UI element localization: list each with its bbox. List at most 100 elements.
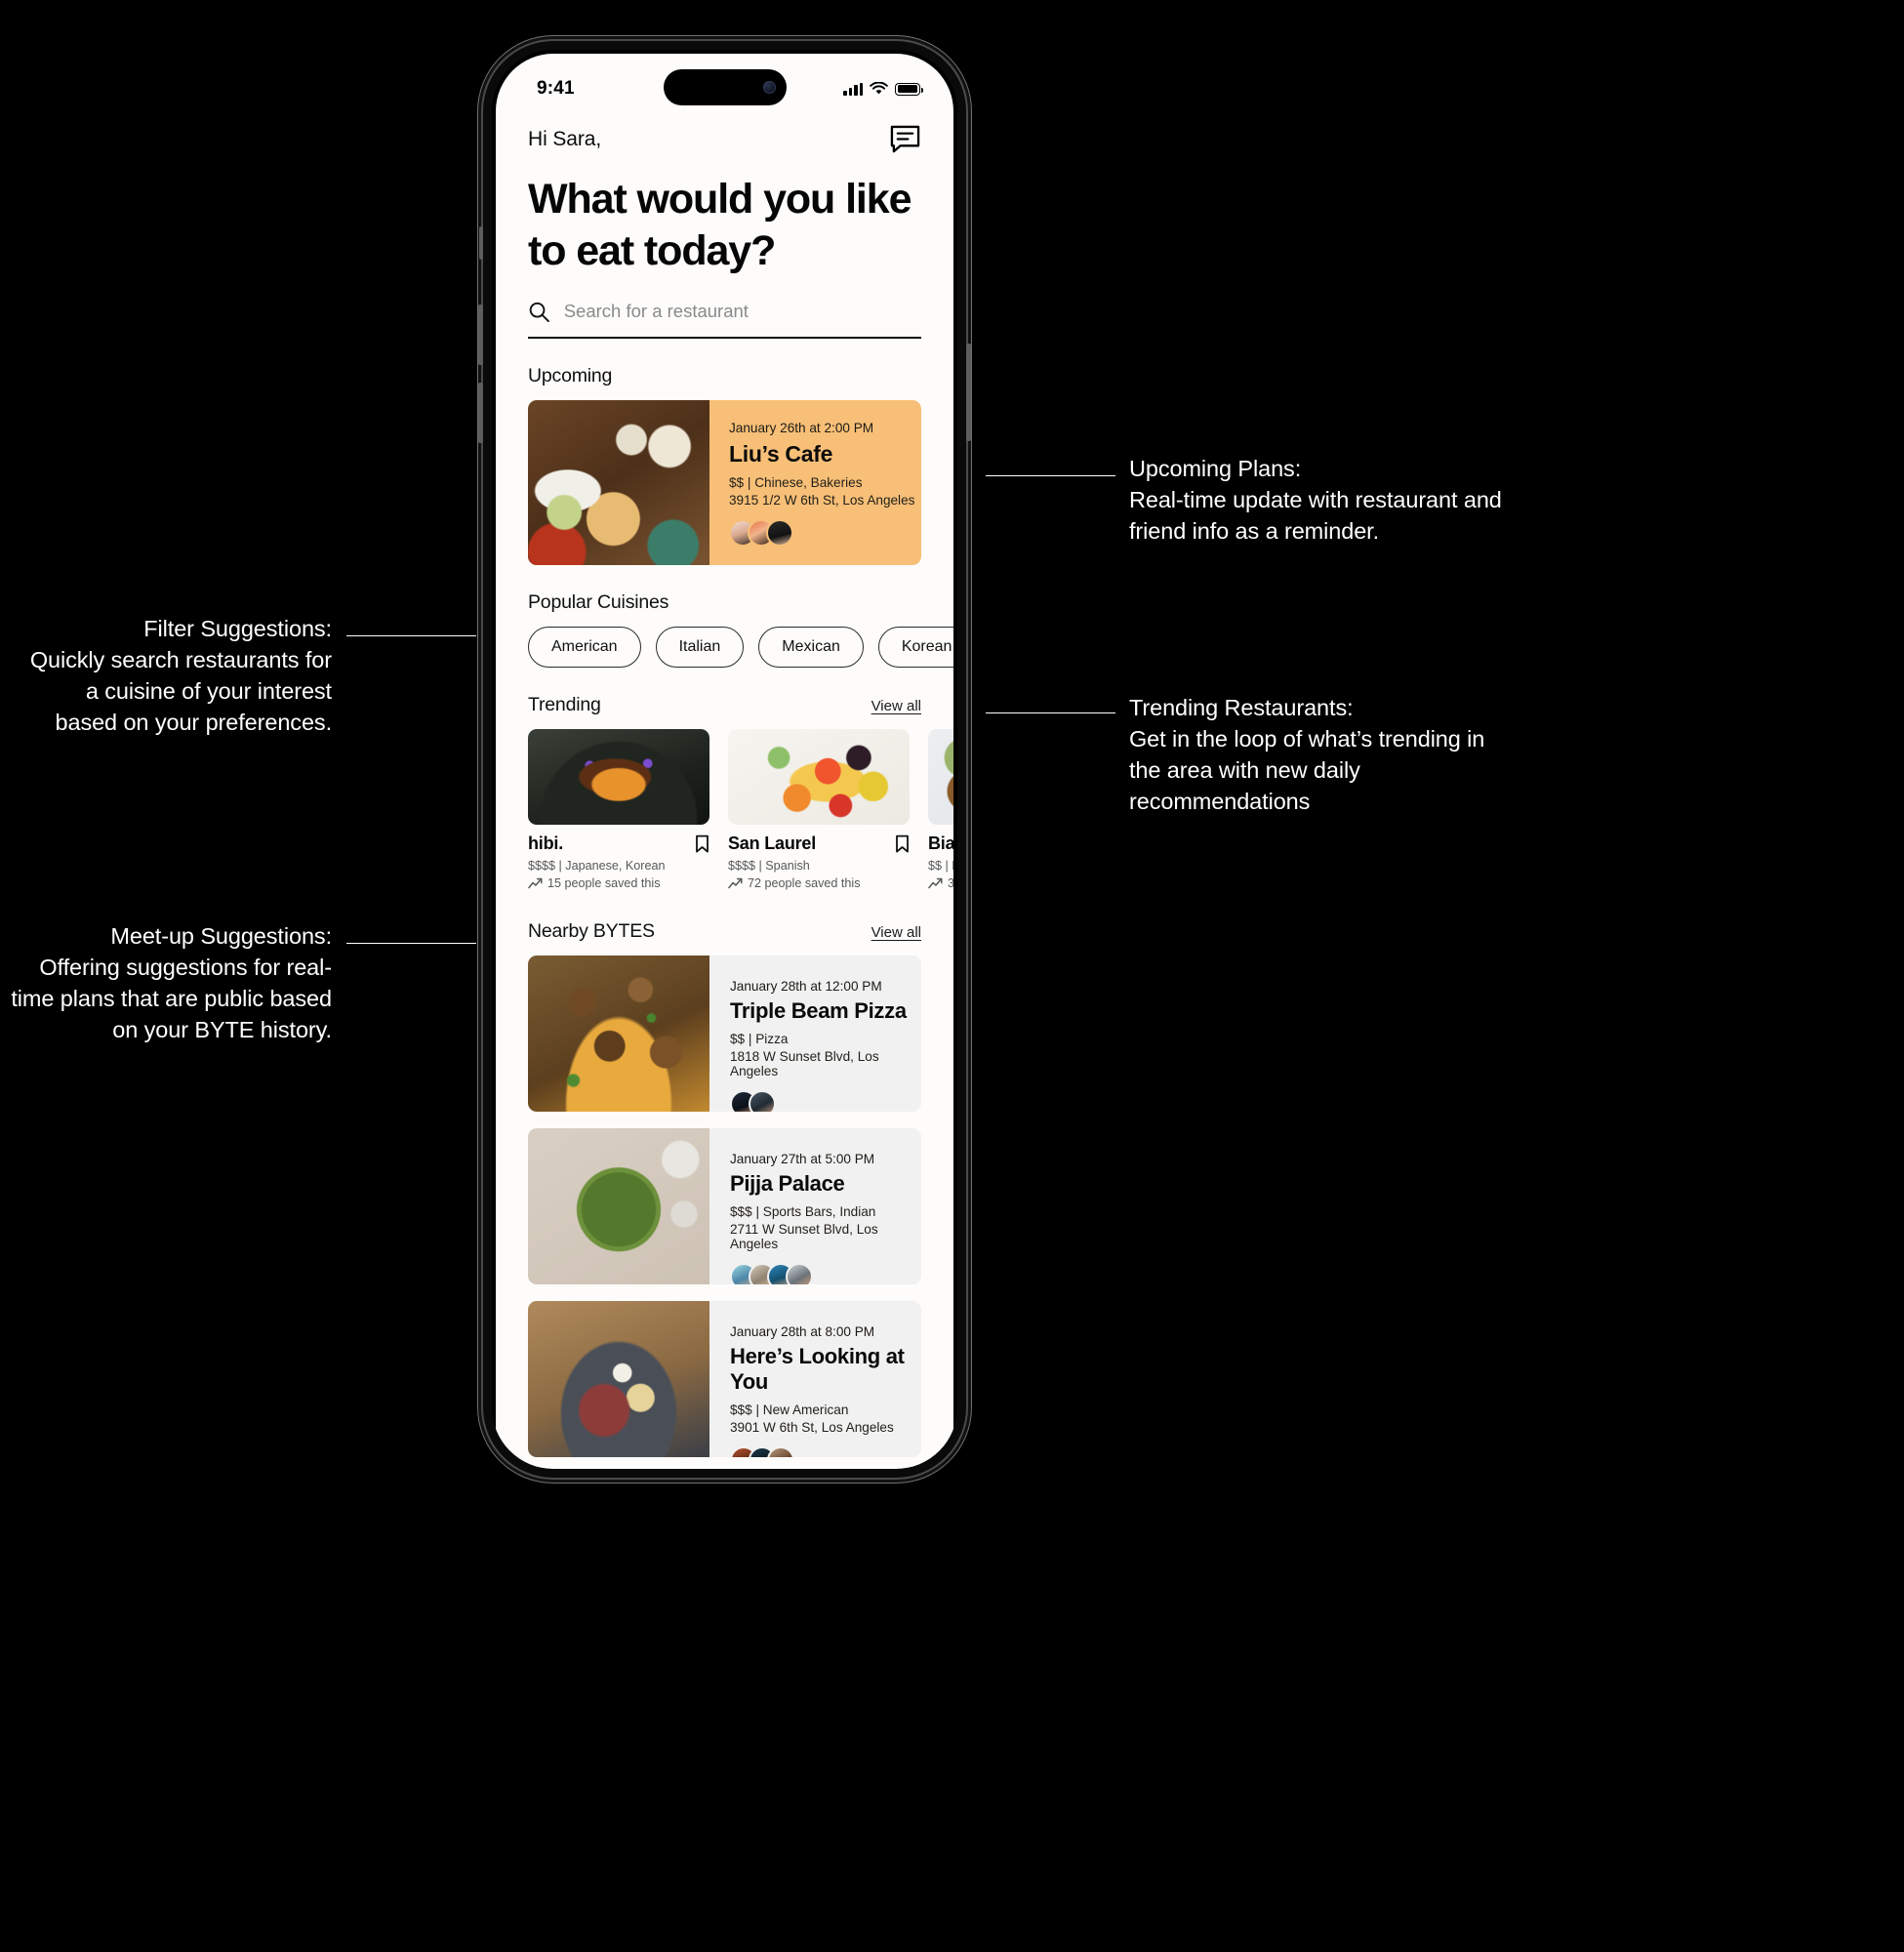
- nearby-card-friend-avatars[interactable]: [730, 1262, 921, 1284]
- silent-switch[interactable]: [479, 226, 483, 260]
- cuisine-chip-mexican[interactable]: Mexican: [758, 626, 864, 668]
- cuisine-chip-american[interactable]: American: [528, 626, 641, 668]
- front-camera-icon: [762, 81, 776, 94]
- upcoming-card-friend-avatars[interactable]: [729, 518, 921, 547]
- annotation-trending-restaurants-body: Get in the loop of what’s trending in th…: [1129, 725, 1485, 814]
- upcoming-card[interactable]: January 26th at 2:00 PM Liu’s Cafe $$ | …: [528, 399, 921, 565]
- trending-view-all-link[interactable]: View all: [871, 698, 921, 714]
- trending-section-header: Trending View all: [528, 694, 921, 716]
- trending-card[interactable]: Bianca $$ | French, Italian: [928, 728, 953, 890]
- annotation-filter-suggestions: Filter Suggestions: Quickly search resta…: [20, 614, 332, 739]
- avatar: [767, 1445, 794, 1457]
- annotation-filter-suggestions-body: Quickly search restaurants for a cuisine…: [29, 646, 332, 735]
- nearby-section-header: Nearby BYTES View all: [528, 920, 921, 943]
- app-content: Hi Sara, What would you like to eat toda…: [496, 124, 953, 1457]
- search-icon: [529, 302, 549, 322]
- trending-card-saved-row: 15 people saved this: [528, 876, 709, 890]
- trending-card-header: hibi.: [528, 834, 709, 854]
- cuisines-section-title: Popular Cuisines: [528, 590, 669, 613]
- phone-bezel: 9:41 Hi Sara, What would you like to eat…: [492, 50, 957, 1469]
- chat-bubble-icon[interactable]: [889, 124, 921, 154]
- upcoming-card-price-cuisine: $$ | Chinese, Bakeries: [729, 474, 863, 490]
- upcoming-card-address: 3915 1/2 W 6th St, Los Angeles: [729, 492, 915, 508]
- annotation-meetup-suggestions-title: Meet-up Suggestions:: [110, 923, 332, 949]
- trending-card-header: San Laurel: [728, 834, 910, 854]
- trending-card-list[interactable]: hibi. $$$$ | Japanese, Korean 15 people …: [528, 728, 953, 890]
- annotation-upcoming-plans: Upcoming Plans: Real-time update with re…: [1129, 454, 1539, 548]
- nearby-byte-card[interactable]: January 28th at 8:00 PM Here’s Looking a…: [528, 1300, 921, 1457]
- bookmark-icon[interactable]: [895, 834, 910, 853]
- greeting-row: Hi Sara,: [528, 124, 921, 154]
- annotation-meetup-suggestions: Meet-up Suggestions: Offering suggestion…: [8, 921, 332, 1046]
- status-bar: 9:41: [496, 54, 953, 110]
- wifi-icon: [870, 82, 888, 95]
- trending-card-photo: [928, 728, 953, 825]
- volume-down-button[interactable]: [478, 383, 483, 443]
- upcoming-card-datetime: January 26th at 2:00 PM: [729, 420, 874, 435]
- upcoming-card-photo: [528, 399, 709, 565]
- nearby-card-body: January 28th at 12:00 PM Triple Beam Piz…: [709, 956, 921, 1112]
- cuisines-section-header: Popular Cuisines: [528, 591, 921, 614]
- trending-card[interactable]: hibi. $$$$ | Japanese, Korean 15 people …: [528, 728, 709, 890]
- upcoming-card-name: Liu’s Cafe: [729, 440, 833, 467]
- search-bar[interactable]: [528, 300, 921, 339]
- trending-section-title: Trending: [528, 693, 601, 715]
- nearby-card-friend-avatars[interactable]: [730, 1445, 921, 1457]
- leader-line-trending: [986, 712, 1115, 713]
- leader-line-upcoming: [986, 475, 1115, 476]
- nearby-card-datetime: January 28th at 12:00 PM: [730, 978, 882, 994]
- status-time: 9:41: [537, 78, 575, 99]
- trending-up-icon: [728, 877, 743, 888]
- search-input[interactable]: [563, 301, 921, 323]
- nearby-byte-card[interactable]: January 28th at 12:00 PM Triple Beam Piz…: [528, 955, 921, 1112]
- avatar: [786, 1262, 813, 1284]
- upcoming-card-body: January 26th at 2:00 PM Liu’s Cafe $$ | …: [709, 399, 921, 565]
- cuisine-chip-list[interactable]: American Italian Mexican Korean Chinese: [528, 626, 953, 668]
- trending-card-saved-text: 72 people saved this: [748, 875, 861, 890]
- nearby-view-all-link[interactable]: View all: [871, 924, 921, 941]
- annotation-filter-suggestions-title: Filter Suggestions:: [143, 616, 332, 641]
- trending-card-price-cuisine: $$ | French, Italian: [928, 858, 953, 873]
- trending-card-saved-row: 72 people saved this: [728, 876, 910, 890]
- nearby-section-title: Nearby BYTES: [528, 919, 655, 942]
- leader-line-meetup: [346, 943, 476, 944]
- trending-card-price-cuisine: $$$$ | Japanese, Korean: [528, 858, 666, 873]
- annotation-meetup-suggestions-body: Offering suggestions for real-time plans…: [11, 954, 332, 1042]
- greeting-text: Hi Sara,: [528, 127, 602, 150]
- trending-card-saved-row: 30 people saved this: [928, 876, 953, 890]
- annotation-upcoming-plans-body: Real-time update with restaurant and fri…: [1129, 486, 1502, 544]
- avatar: [766, 518, 793, 547]
- trending-card-saved-text: 30 people saved this: [948, 875, 953, 890]
- nearby-card-price-cuisine: $$ | Pizza: [730, 1031, 789, 1046]
- nearby-byte-card[interactable]: January 27th at 5:00 PM Pijja Palace $$$…: [528, 1127, 921, 1284]
- page-title: What would you like to eat today?: [528, 176, 911, 275]
- bookmark-icon[interactable]: [695, 834, 709, 853]
- nearby-card-address: 2711 W Sunset Blvd, Los Angeles: [730, 1221, 878, 1251]
- phone-screen: 9:41 Hi Sara, What would you like to eat…: [496, 54, 953, 1469]
- cuisine-chip-italian[interactable]: Italian: [655, 626, 745, 668]
- status-indicators: [843, 82, 923, 96]
- trending-card[interactable]: San Laurel $$$$ | Spanish 72 people save…: [728, 728, 910, 890]
- nearby-card-datetime: January 27th at 5:00 PM: [730, 1151, 875, 1166]
- nearby-card-friend-avatars[interactable]: [730, 1089, 921, 1112]
- nearby-card-datetime: January 28th at 8:00 PM: [730, 1323, 875, 1339]
- nearby-card-body: January 27th at 5:00 PM Pijja Palace $$$…: [709, 1128, 921, 1284]
- phone-mockup: 9:41 Hi Sara, What would you like to eat…: [478, 41, 971, 1478]
- cuisine-chip-korean[interactable]: Korean: [877, 626, 953, 668]
- annotation-trending-restaurants-title: Trending Restaurants:: [1129, 695, 1354, 720]
- nearby-card-photo: [528, 1300, 709, 1457]
- trending-card-photo: [528, 728, 709, 825]
- upcoming-section-title: Upcoming: [528, 364, 613, 386]
- upcoming-section-header: Upcoming: [528, 365, 921, 387]
- volume-up-button[interactable]: [478, 305, 483, 365]
- trending-up-icon: [528, 877, 543, 888]
- dynamic-island: [663, 69, 787, 105]
- nearby-card-address: 3901 W 6th St, Los Angeles: [730, 1419, 894, 1435]
- trending-up-icon: [928, 877, 943, 888]
- avatar: [749, 1089, 776, 1112]
- power-button[interactable]: [966, 344, 971, 441]
- trending-card-header: Bianca: [928, 834, 953, 854]
- nearby-card-address: 1818 W Sunset Blvd, Los Angeles: [730, 1048, 879, 1078]
- leader-line-filter: [346, 635, 476, 636]
- trending-card-name: hibi.: [528, 833, 563, 853]
